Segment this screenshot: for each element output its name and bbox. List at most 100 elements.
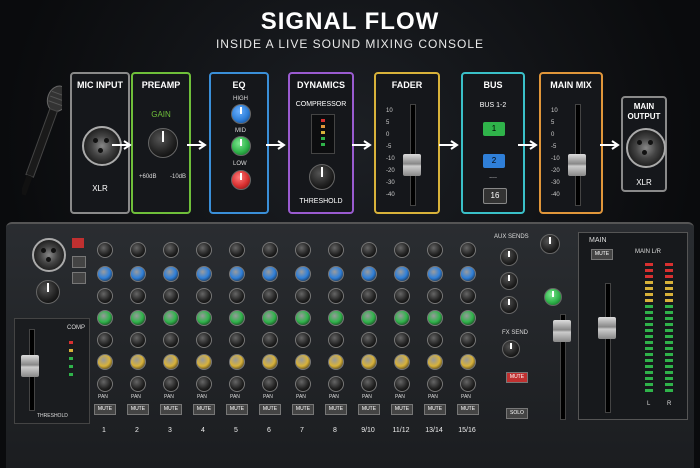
- channel-knob[interactable]: [460, 376, 476, 392]
- channel-knob[interactable]: [394, 332, 410, 348]
- mute-button[interactable]: MUTE: [457, 404, 479, 415]
- channel-knob[interactable]: [394, 288, 410, 304]
- channel-knob[interactable]: [361, 310, 377, 326]
- aux-send-knob[interactable]: [500, 272, 518, 290]
- channel-knob[interactable]: [460, 242, 476, 258]
- channel-knob[interactable]: [328, 266, 344, 282]
- sub-fader-cap[interactable]: [553, 320, 571, 342]
- threshold-knob[interactable]: [309, 164, 335, 190]
- channel-knob[interactable]: [163, 354, 179, 370]
- channel-knob[interactable]: [295, 354, 311, 370]
- channel-knob[interactable]: [295, 376, 311, 392]
- channel-knob[interactable]: [196, 288, 212, 304]
- channel-knob[interactable]: [130, 376, 146, 392]
- channel-knob[interactable]: [97, 310, 113, 326]
- channel-knob[interactable]: [196, 242, 212, 258]
- mute-button[interactable]: MUTE: [160, 404, 182, 415]
- aux-send-knob[interactable]: [500, 248, 518, 266]
- channel-knob[interactable]: [394, 266, 410, 282]
- channel-knob[interactable]: [328, 242, 344, 258]
- channel-knob[interactable]: [361, 242, 377, 258]
- channel-knob[interactable]: [97, 266, 113, 282]
- main-mix-fader-cap[interactable]: [568, 154, 586, 176]
- channel-knob[interactable]: [361, 354, 377, 370]
- channel-knob[interactable]: [97, 332, 113, 348]
- mute-button[interactable]: MUTE: [325, 404, 347, 415]
- eq-high-knob[interactable]: [231, 104, 251, 124]
- channel-knob[interactable]: [295, 310, 311, 326]
- channel-knob[interactable]: [97, 376, 113, 392]
- channel-knob[interactable]: [361, 376, 377, 392]
- channel-knob[interactable]: [163, 242, 179, 258]
- channel-knob[interactable]: [460, 266, 476, 282]
- channel-knob[interactable]: [262, 310, 278, 326]
- channel-knob[interactable]: [229, 266, 245, 282]
- channel-knob[interactable]: [262, 376, 278, 392]
- channel-knob[interactable]: [229, 310, 245, 326]
- channel-knob[interactable]: [460, 310, 476, 326]
- eq-low-knob[interactable]: [231, 170, 251, 190]
- channel-knob[interactable]: [295, 332, 311, 348]
- bus-button-1[interactable]: 1: [483, 122, 505, 136]
- channel-knob[interactable]: [328, 376, 344, 392]
- channel-knob[interactable]: [394, 242, 410, 258]
- main-fader-cap[interactable]: [598, 317, 616, 339]
- channel-knob[interactable]: [262, 242, 278, 258]
- channel-knob[interactable]: [262, 332, 278, 348]
- mute-button[interactable]: MUTE: [424, 404, 446, 415]
- aux-send-knob[interactable]: [500, 296, 518, 314]
- channel-knob[interactable]: [460, 354, 476, 370]
- comp-fader-cap[interactable]: [21, 355, 39, 377]
- mute-button[interactable]: MUTE: [193, 404, 215, 415]
- mute-button[interactable]: MUTE: [391, 404, 413, 415]
- channel-knob[interactable]: [427, 332, 443, 348]
- channel-knob[interactable]: [130, 288, 146, 304]
- eq-mid-knob[interactable]: [231, 136, 251, 156]
- pad-button[interactable]: [72, 256, 86, 268]
- channel-knob[interactable]: [361, 332, 377, 348]
- channel-knob[interactable]: [295, 288, 311, 304]
- gain-knob[interactable]: [148, 128, 178, 158]
- channel-knob[interactable]: [427, 354, 443, 370]
- channel-knob[interactable]: [460, 288, 476, 304]
- channel-knob[interactable]: [361, 288, 377, 304]
- mute-button[interactable]: MUTE: [226, 404, 248, 415]
- channel-knob[interactable]: [427, 266, 443, 282]
- bus-button-16[interactable]: 16: [483, 188, 507, 204]
- channel-knob[interactable]: [328, 332, 344, 348]
- channel-knob[interactable]: [262, 354, 278, 370]
- channel-knob[interactable]: [130, 332, 146, 348]
- channel-knob[interactable]: [97, 288, 113, 304]
- channel-knob[interactable]: [229, 242, 245, 258]
- channel-knob[interactable]: [394, 354, 410, 370]
- mute-button[interactable]: MUTE: [358, 404, 380, 415]
- channel-knob[interactable]: [394, 376, 410, 392]
- channel-knob[interactable]: [328, 354, 344, 370]
- mute-button[interactable]: MUTE: [94, 404, 116, 415]
- channel-knob[interactable]: [328, 310, 344, 326]
- channel-knob[interactable]: [130, 266, 146, 282]
- fx-mute-button[interactable]: MUTE: [506, 372, 528, 383]
- channel-knob[interactable]: [229, 376, 245, 392]
- channel-knob[interactable]: [295, 242, 311, 258]
- channel-knob[interactable]: [328, 288, 344, 304]
- channel-knob[interactable]: [394, 310, 410, 326]
- channel-knob[interactable]: [196, 354, 212, 370]
- channel-knob[interactable]: [130, 310, 146, 326]
- monitor-knob[interactable]: [540, 234, 560, 254]
- channel-knob[interactable]: [295, 266, 311, 282]
- console-gain-knob[interactable]: [36, 280, 60, 304]
- channel-knob[interactable]: [229, 288, 245, 304]
- channel-knob[interactable]: [460, 332, 476, 348]
- solo-button[interactable]: SOLO: [506, 408, 528, 419]
- hpf-button[interactable]: [72, 272, 86, 284]
- phantom-button[interactable]: [72, 238, 84, 248]
- channel-knob[interactable]: [163, 310, 179, 326]
- channel-knob[interactable]: [97, 354, 113, 370]
- channel-knob[interactable]: [427, 376, 443, 392]
- main-mute-button[interactable]: MUTE: [591, 249, 613, 260]
- fx-send-knob[interactable]: [502, 340, 520, 358]
- channel-knob[interactable]: [262, 288, 278, 304]
- channel-knob[interactable]: [427, 242, 443, 258]
- channel-knob[interactable]: [427, 288, 443, 304]
